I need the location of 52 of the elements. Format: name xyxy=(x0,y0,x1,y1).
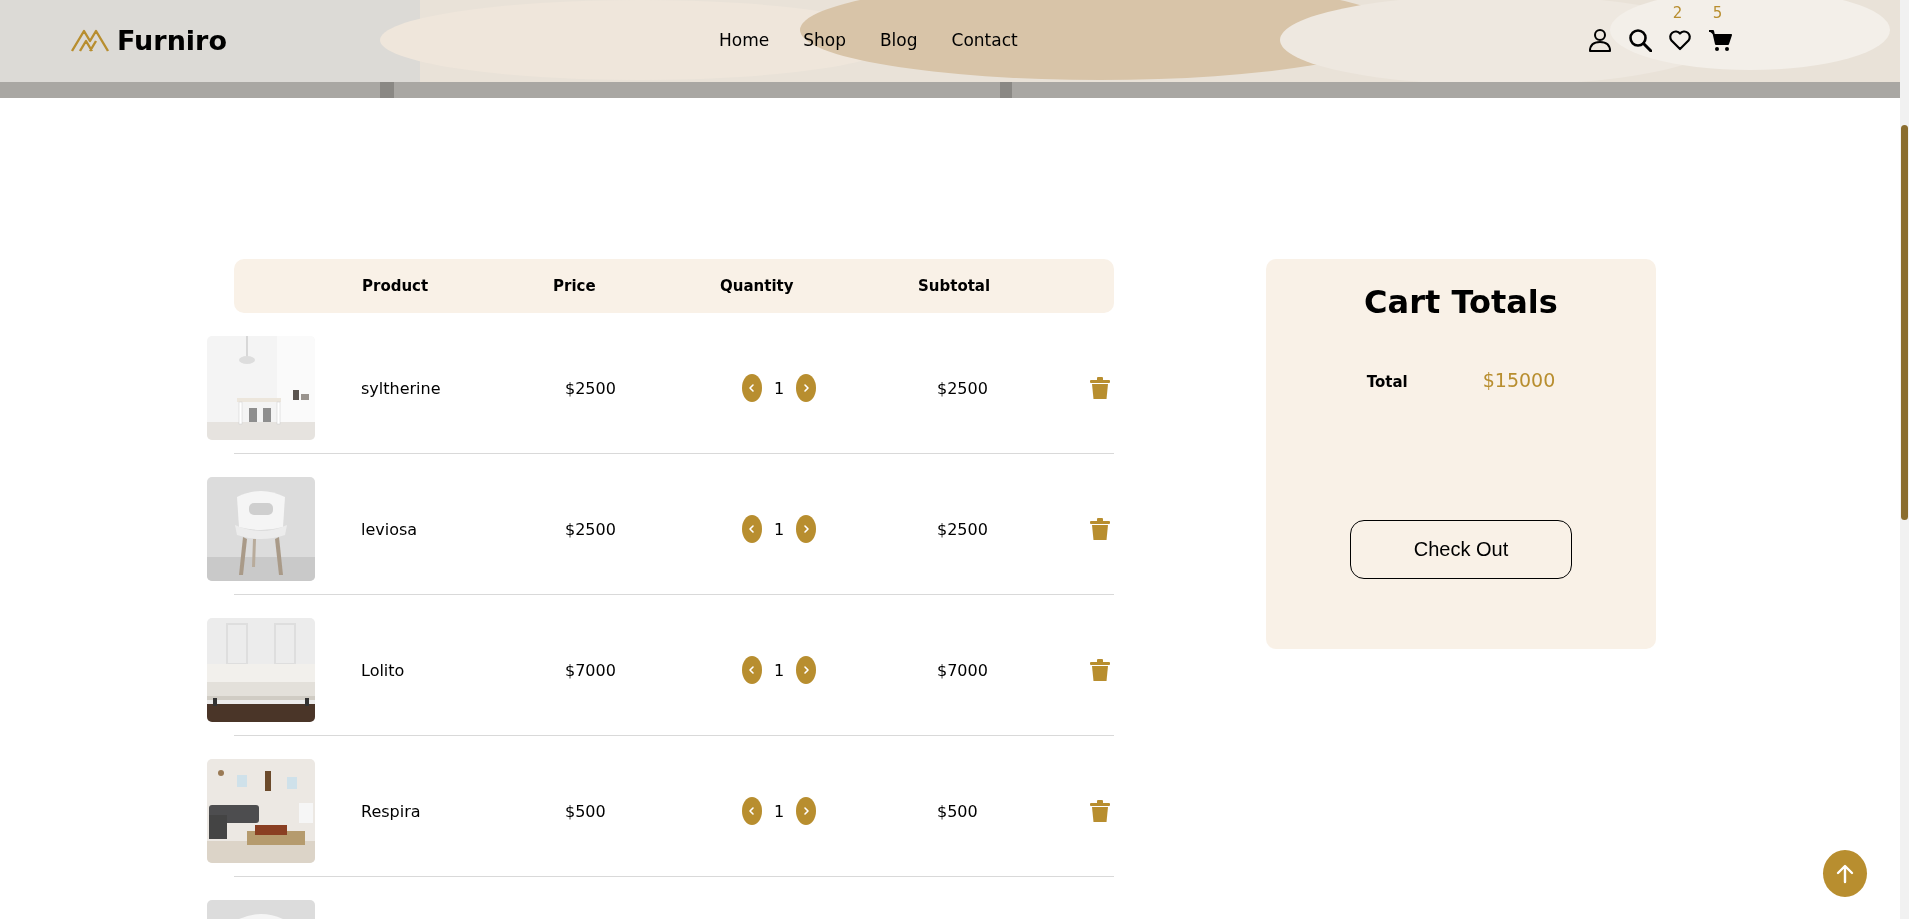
table-cell-text: $2500 xyxy=(565,378,617,398)
nav-link[interactable]: Shop xyxy=(803,30,846,50)
table-cell-text: $2500 xyxy=(565,519,617,539)
trash-icon xyxy=(1090,518,1110,540)
arrow-up-icon xyxy=(1836,863,1854,884)
total-label: Total xyxy=(1366,373,1408,391)
wishlist-count: 2 xyxy=(1672,4,1683,22)
decrease-button[interactable] xyxy=(742,374,762,402)
table-cell-text: $7000 xyxy=(565,660,617,680)
trash-icon xyxy=(1090,800,1110,822)
decrease-button[interactable] xyxy=(742,656,762,684)
cart-count: 5 xyxy=(1712,4,1723,22)
column-header: Subtotal xyxy=(918,277,992,295)
cart-icon[interactable] xyxy=(1707,28,1732,52)
nav-link[interactable]: Home xyxy=(719,30,770,50)
table-cell-text: $2500 xyxy=(937,378,989,398)
scroll-to-top-button[interactable] xyxy=(1823,850,1867,897)
scrollbar[interactable] xyxy=(1900,0,1909,919)
quantity-value: 1 xyxy=(774,378,785,398)
table-cell-text: syltherine xyxy=(361,378,442,398)
table-cell-text: $500 xyxy=(565,801,607,821)
table-cell-text: $2500 xyxy=(937,519,989,539)
column-header: Price xyxy=(553,277,597,295)
checkout-button[interactable]: Check Out xyxy=(1350,520,1572,579)
table-cell-text: $500 xyxy=(937,801,979,821)
logo-icon xyxy=(70,27,110,53)
scrollbar-thumb[interactable] xyxy=(1901,125,1908,520)
user-icon[interactable] xyxy=(1587,27,1612,53)
decrease-button[interactable] xyxy=(742,515,762,543)
cart-totals-title: Cart Totals xyxy=(1364,283,1558,321)
trash-icon xyxy=(1090,659,1110,681)
quantity-value: 1 xyxy=(774,519,785,539)
quantity-value: 1 xyxy=(774,660,785,680)
increase-button[interactable] xyxy=(796,797,817,825)
nav-link[interactable]: Contact xyxy=(951,30,1018,50)
increase-button[interactable] xyxy=(796,656,817,684)
trash-icon xyxy=(1090,377,1110,399)
table-cell-text: Lolito xyxy=(361,660,406,680)
logo[interactable]: Furniro xyxy=(70,24,227,56)
total-value: $15000 xyxy=(1482,369,1556,391)
heart-icon[interactable] xyxy=(1667,28,1692,52)
quantity-value: 1 xyxy=(774,801,785,821)
table-cell-text: $7000 xyxy=(937,660,989,680)
nav-link[interactable]: Blog xyxy=(879,30,918,50)
increase-button[interactable] xyxy=(796,515,817,543)
column-header: Quantity xyxy=(720,277,795,295)
decrease-button[interactable] xyxy=(742,797,762,825)
increase-button[interactable] xyxy=(796,374,817,402)
table-cell-text: Respira xyxy=(361,801,422,821)
table-cell-text: leviosa xyxy=(361,519,419,539)
search-icon[interactable] xyxy=(1627,28,1652,52)
column-header: Product xyxy=(362,277,430,295)
